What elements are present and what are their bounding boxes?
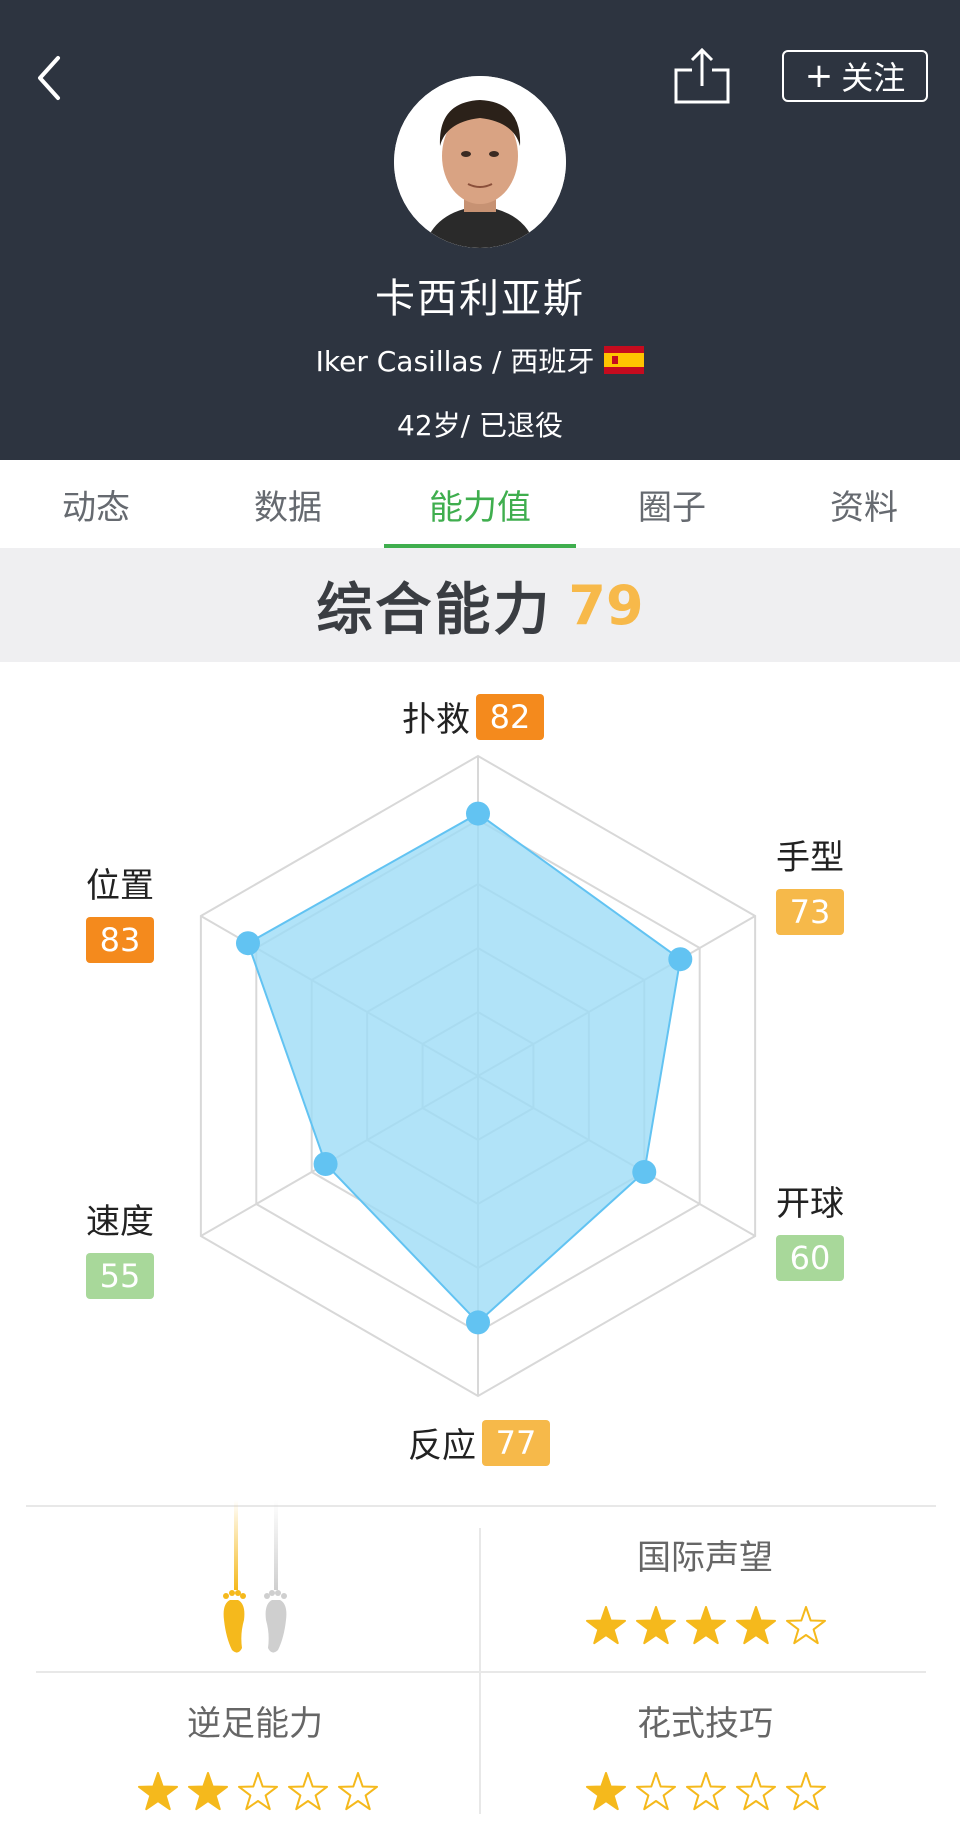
star-empty-icon xyxy=(287,1772,329,1811)
star-filled-icon xyxy=(635,1606,677,1645)
skill-moves-title: 花式技巧 xyxy=(637,1704,773,1744)
star-empty-icon xyxy=(337,1772,379,1811)
star-filled-icon xyxy=(585,1606,627,1645)
radar-data-point xyxy=(466,801,490,826)
star-empty-icon xyxy=(685,1772,727,1811)
weak-foot-title: 逆足能力 xyxy=(187,1704,323,1744)
overall-title: 综合能力 xyxy=(316,577,553,643)
follow-label: 关注 xyxy=(841,59,906,97)
tab-ability[interactable]: 能力值 xyxy=(384,460,576,548)
overall-value: 79 xyxy=(568,573,644,637)
attr-label-reflexes: 反应 xyxy=(408,1426,476,1466)
radar-data-point xyxy=(466,1310,490,1335)
attr-speed: 速度 55 xyxy=(86,1194,154,1299)
star-filled-icon xyxy=(187,1772,229,1811)
attr-label-speed: 速度 xyxy=(86,1202,154,1242)
tab-community[interactable]: 圈子 xyxy=(576,460,768,548)
attr-reflexes: 反应 77 xyxy=(408,1418,550,1467)
plus-icon: + xyxy=(804,56,834,96)
attr-label-handling: 手型 xyxy=(776,838,844,878)
left-foot-beam xyxy=(234,1500,238,1590)
tab-stats[interactable]: 数据 xyxy=(192,460,384,548)
player-subtitle: Iker Casillas / 西班牙 xyxy=(0,340,960,380)
tab-bar: 动态 数据 能力值 圈子 资料 xyxy=(0,460,960,548)
share-icon xyxy=(674,47,730,104)
star-empty-icon xyxy=(735,1772,777,1811)
attr-badge-kicking: 60 xyxy=(776,1235,844,1281)
right-foot-icon xyxy=(264,1590,287,1653)
tab-profile[interactable]: 资料 xyxy=(768,460,960,548)
attr-kicking: 开球 60 xyxy=(776,1176,844,1281)
radar-data-point xyxy=(313,1152,338,1176)
star-empty-icon xyxy=(635,1772,677,1811)
star-filled-icon xyxy=(735,1606,777,1645)
player-name: 卡西利亚斯 xyxy=(375,276,585,322)
divider xyxy=(26,1505,936,1507)
radar-data-area xyxy=(246,812,682,1324)
star-filled-icon xyxy=(137,1772,179,1811)
attr-badge-handling: 73 xyxy=(776,889,844,935)
attr-label-kicking: 开球 xyxy=(776,1184,844,1224)
radar-data-point xyxy=(632,1160,657,1184)
intl-reputation-stars xyxy=(584,1604,828,1648)
radar-data-point xyxy=(235,931,260,956)
attr-label-positioning: 位置 xyxy=(86,866,154,906)
avatar xyxy=(394,76,566,248)
player-age-status: 42岁/ 已退役 xyxy=(397,409,563,442)
attr-badge-positioning: 83 xyxy=(86,917,154,963)
star-empty-icon xyxy=(237,1772,279,1811)
share-button[interactable] xyxy=(672,46,736,110)
attr-positioning: 位置 83 xyxy=(86,858,154,963)
spain-flag-icon xyxy=(604,346,645,374)
overall-rating-banner: 综合能力 79 xyxy=(0,548,960,662)
star-empty-icon xyxy=(785,1606,827,1645)
foot-preference-icon xyxy=(223,1500,287,1653)
intl-reputation-title: 国际声望 xyxy=(637,1538,773,1578)
skill-moves-stars xyxy=(584,1770,828,1814)
right-foot-beam xyxy=(274,1500,278,1590)
chevron-left-icon xyxy=(38,56,60,100)
attr-label-saving: 扑救 xyxy=(402,700,470,740)
left-foot-icon xyxy=(223,1590,246,1653)
back-button[interactable] xyxy=(28,48,72,108)
attr-saving: 扑救 82 xyxy=(402,692,544,741)
player-header: + 关注 卡西利亚斯 Iker Casillas / 西班牙 42岁/ 已退役 xyxy=(0,0,960,460)
tab-dynamics[interactable]: 动态 xyxy=(0,460,192,548)
radar-data-point xyxy=(668,947,693,972)
divider xyxy=(36,1671,926,1673)
star-filled-icon xyxy=(685,1606,727,1645)
attr-badge-saving: 82 xyxy=(476,693,544,740)
follow-button[interactable]: + 关注 xyxy=(782,50,928,102)
attr-badge-reflexes: 77 xyxy=(482,1419,550,1466)
weak-foot-stars xyxy=(136,1770,380,1814)
player-english-name-country: Iker Casillas / 西班牙 xyxy=(315,345,595,378)
star-empty-icon xyxy=(785,1772,827,1811)
attr-handling: 手型 73 xyxy=(776,830,844,935)
radar-svg xyxy=(199,754,757,1398)
player-photo xyxy=(394,76,566,248)
attr-badge-speed: 55 xyxy=(86,1253,154,1299)
radar-chart: 扑救 82 手型 73 开球 60 反应 77 速度 55 位置 83 xyxy=(0,662,960,1502)
star-filled-icon xyxy=(585,1772,627,1811)
